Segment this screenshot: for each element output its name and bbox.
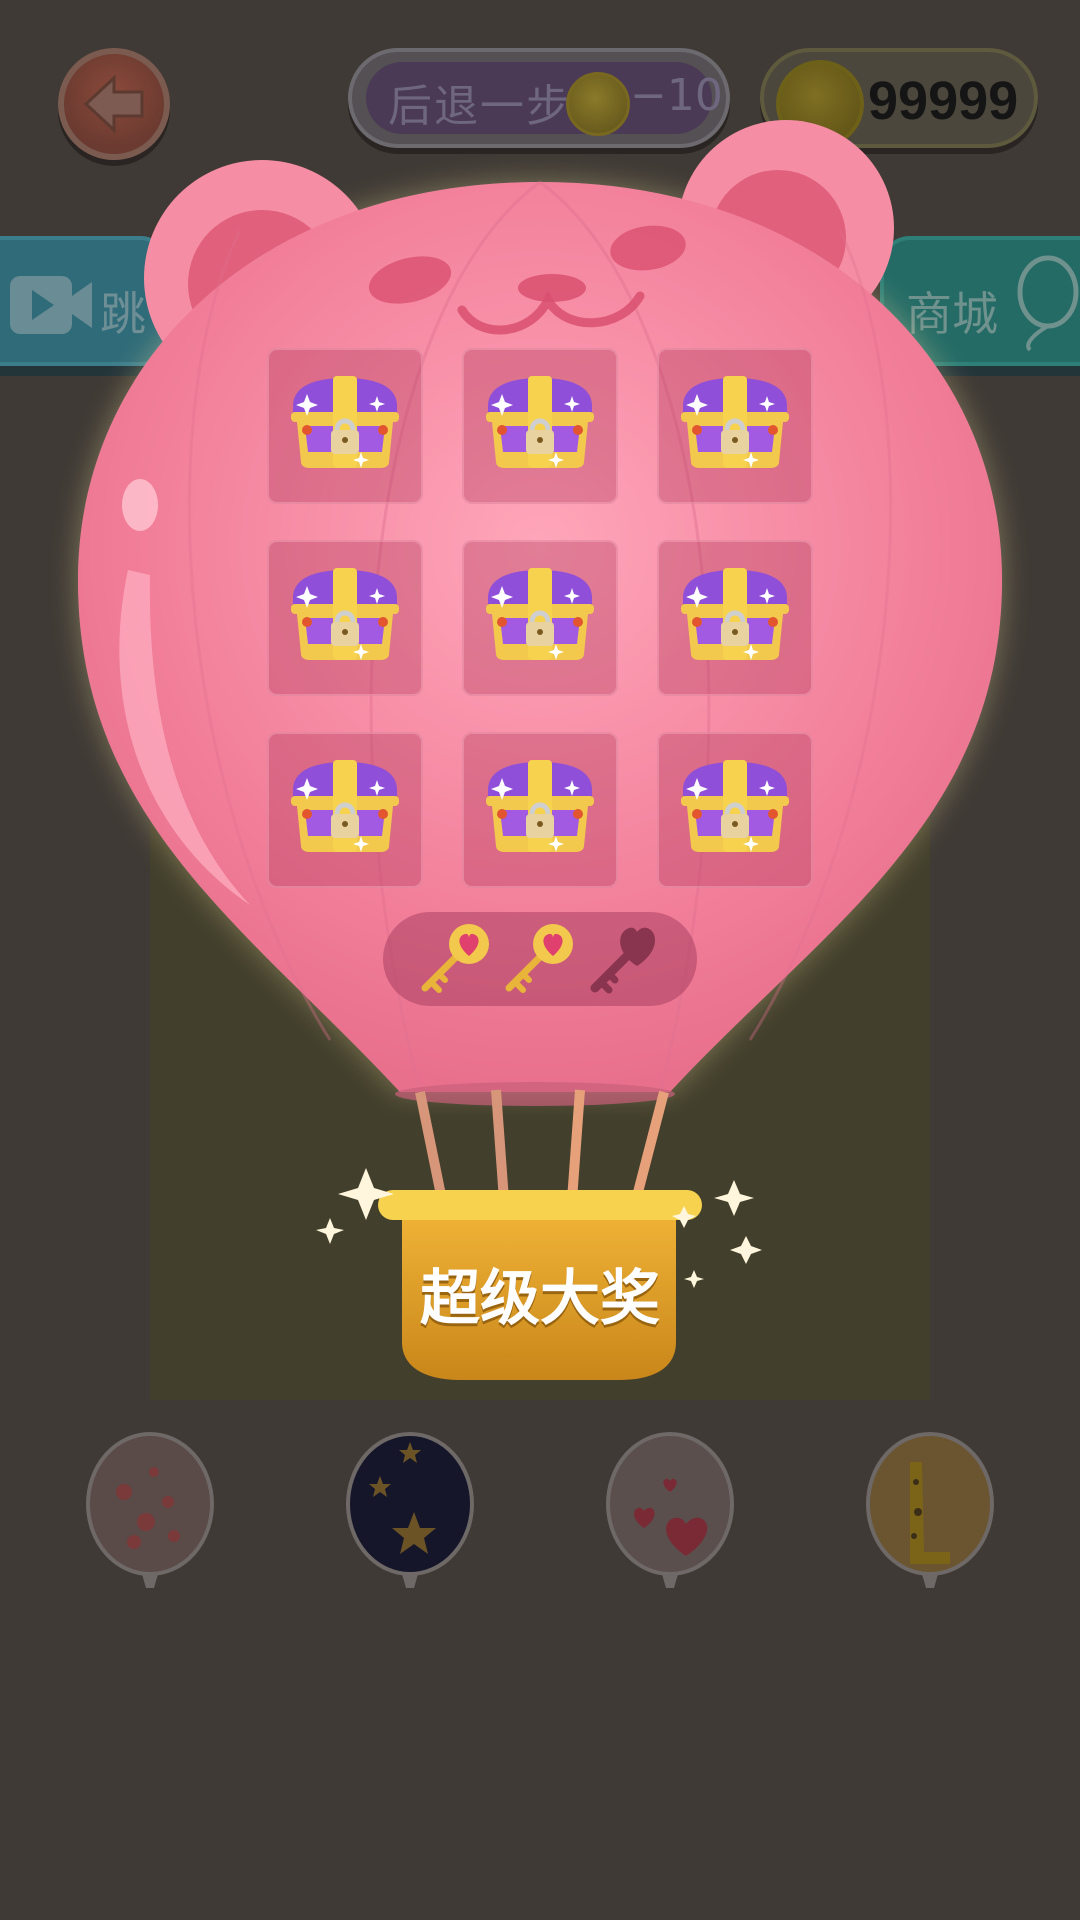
nose: [518, 274, 586, 302]
grand-prize-label: 超级大奖: [420, 1264, 660, 1334]
chest-slot[interactable]: [657, 540, 813, 696]
game-screen: 后退一步 −10 99999 跳 商城 超级大奖: [0, 0, 1080, 1920]
locked-chest-icon: [486, 376, 594, 468]
skin-stars[interactable]: [344, 1432, 476, 1592]
giraffe-balloon-icon: [866, 1432, 994, 1588]
skin-giraffe[interactable]: [864, 1432, 996, 1592]
chest-slot[interactable]: [657, 348, 813, 504]
star-balloon-icon: [346, 1432, 474, 1588]
locked-chest-icon: [291, 376, 399, 468]
chest-slot[interactable]: [657, 732, 813, 888]
chest-slot[interactable]: [462, 348, 618, 504]
locked-chest-icon: [681, 376, 789, 468]
key-tray: [383, 912, 697, 1006]
key-collected-icon: [497, 918, 577, 1002]
basket-rim: [378, 1190, 702, 1220]
chest-slot[interactable]: [462, 732, 618, 888]
locked-chest-icon: [291, 760, 399, 852]
heart-balloon-icon: [606, 1432, 734, 1588]
key-empty-icon: [583, 918, 663, 1002]
locked-chest-icon: [486, 760, 594, 852]
skin-confetti[interactable]: [84, 1432, 216, 1592]
locked-chest-icon: [291, 568, 399, 660]
locked-chest-icon: [486, 568, 594, 660]
locked-chest-icon: [681, 568, 789, 660]
confetti-balloon-icon: [86, 1432, 214, 1588]
chest-slot[interactable]: [267, 540, 423, 696]
chest-slot[interactable]: [267, 732, 423, 888]
skin-hearts[interactable]: [604, 1432, 736, 1592]
chest-slot[interactable]: [462, 540, 618, 696]
chest-slot[interactable]: [267, 348, 423, 504]
locked-chest-icon: [681, 760, 789, 852]
key-collected-icon: [413, 918, 493, 1002]
